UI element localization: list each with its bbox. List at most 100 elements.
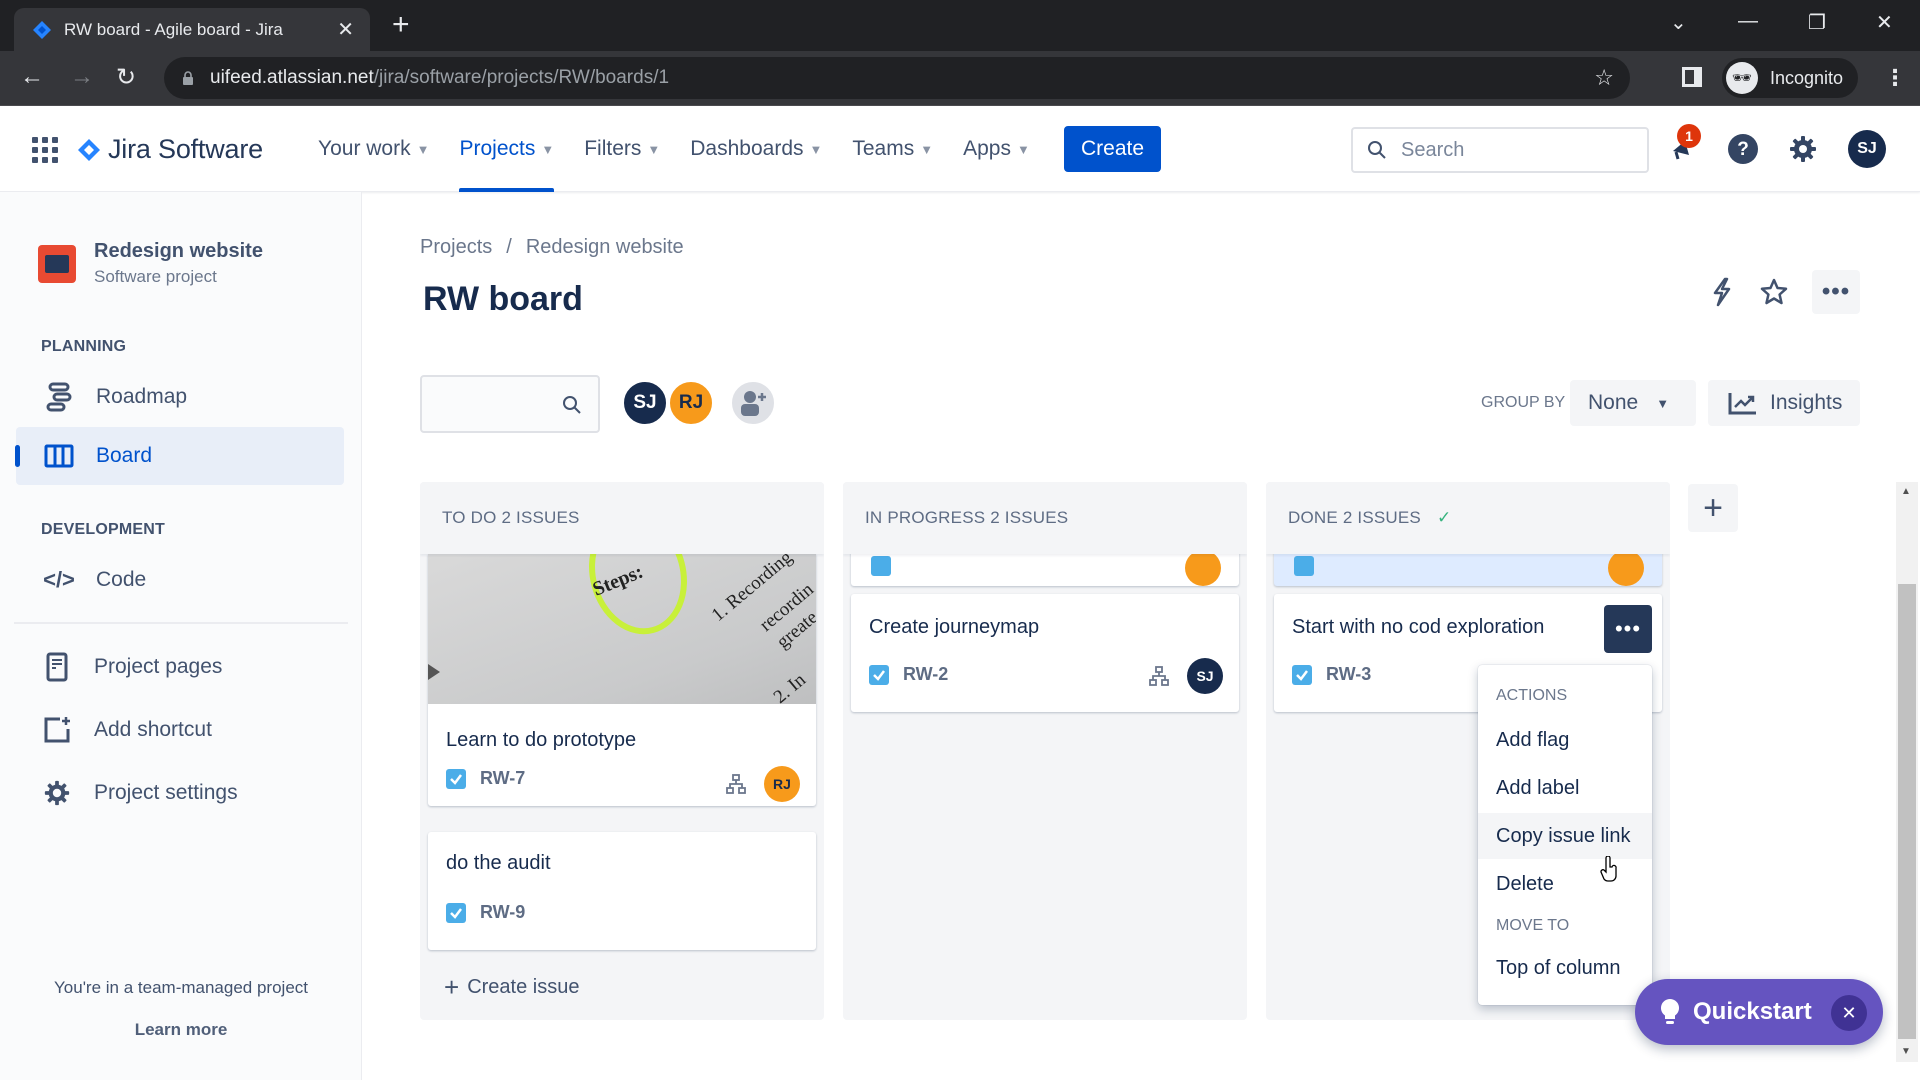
board-search-input[interactable] <box>422 377 552 431</box>
board-more-actions-button[interactable]: ••• <box>1812 270 1860 314</box>
back-button[interactable]: ← <box>20 63 44 91</box>
sidebar-item-code[interactable]: </> Code <box>16 551 344 609</box>
nav-label: Teams <box>852 137 915 160</box>
menu-item-copy-issue-link[interactable]: Copy issue link <box>1478 813 1652 859</box>
nav-label: Dashboards <box>690 137 804 160</box>
incognito-profile-button[interactable]: 🕶 Incognito <box>1722 58 1858 98</box>
app-switcher-icon[interactable] <box>32 137 58 163</box>
card-title: Start with no cod exploration <box>1292 616 1545 638</box>
issue-card[interactable]: Steps: 1. Recording recordin greate 2. I… <box>428 554 816 806</box>
scrollbar-thumb[interactable] <box>1898 584 1916 1039</box>
assignee-avatar[interactable]: SJ <box>1187 658 1223 694</box>
task-type-icon <box>446 768 466 789</box>
project-sidebar: Redesign website Software project PLANNI… <box>0 192 362 1080</box>
filter-avatar-rj[interactable]: RJ <box>668 380 714 426</box>
issue-card[interactable]: do the audit RW-9 <box>428 832 816 950</box>
roadmap-icon <box>44 382 74 412</box>
column-title: IN PROGRESS 2 ISSUES <box>865 508 1069 527</box>
automation-button[interactable] <box>1700 270 1744 314</box>
learn-more-link[interactable]: Learn more <box>0 1020 362 1040</box>
browser-menu-icon[interactable]: ⋮ <box>1884 65 1906 91</box>
menu-item-add-flag[interactable]: Add flag <box>1478 717 1652 763</box>
board-column-in-progress: IN PROGRESS 2 ISSUES Create journeymap R… <box>843 482 1247 1020</box>
nav-projects[interactable]: Projects ▼ <box>459 106 554 192</box>
board-search[interactable] <box>420 375 600 433</box>
address-bar[interactable]: uifeed.atlassian.net/jira/software/proje… <box>164 57 1630 99</box>
board-icon <box>44 441 74 471</box>
forward-button[interactable]: → <box>70 63 94 91</box>
reload-button[interactable]: ↻ <box>116 63 136 92</box>
scroll-down-arrow-icon[interactable]: ▼ <box>1901 1046 1911 1057</box>
nav-your-work[interactable]: Your work ▼ <box>318 106 429 192</box>
breadcrumb-project[interactable]: Redesign website <box>526 236 684 258</box>
insights-chart-icon <box>1728 393 1756 415</box>
sidebar-item-project-settings[interactable]: Project settings <box>16 764 344 822</box>
add-shortcut-icon <box>42 715 72 745</box>
plus-icon: + <box>1703 488 1723 527</box>
add-person-icon <box>741 391 766 416</box>
project-header[interactable]: Redesign website Software project <box>38 240 263 287</box>
browser-tab[interactable]: RW board - Agile board - Jira ✕ <box>14 8 370 51</box>
sidebar-item-add-shortcut[interactable]: Add shortcut <box>16 701 344 759</box>
tab-search-chevron-icon[interactable]: ⌄ <box>1670 10 1687 35</box>
nav-label: Your work <box>318 137 411 160</box>
restore-button[interactable]: ❐ <box>1808 10 1826 35</box>
jira-favicon-icon <box>33 20 51 39</box>
assignee-avatar-partial[interactable] <box>1185 550 1221 586</box>
assignee-avatar[interactable]: RJ <box>764 766 800 802</box>
user-avatar[interactable]: SJ <box>1848 130 1886 168</box>
help-icon[interactable]: ? <box>1726 132 1760 166</box>
insights-button[interactable]: Insights <box>1708 380 1860 426</box>
star-board-button[interactable] <box>1752 270 1796 314</box>
nav-filters[interactable]: Filters ▼ <box>584 106 660 192</box>
global-search-input[interactable] <box>1401 138 1631 162</box>
filter-avatar-sj[interactable]: SJ <box>622 380 668 426</box>
scroll-up-arrow-icon[interactable]: ▲ <box>1901 486 1911 497</box>
sidebar-item-label: Roadmap <box>96 385 188 408</box>
chevron-down-icon: ▼ <box>1016 141 1030 157</box>
nav-teams[interactable]: Teams ▼ <box>852 106 933 192</box>
child-issues-icon <box>726 774 746 794</box>
minimize-button[interactable]: — <box>1738 10 1758 33</box>
new-tab-button[interactable]: + <box>392 10 410 40</box>
add-people-button[interactable] <box>730 380 776 426</box>
nav-apps[interactable]: Apps ▼ <box>963 106 1030 192</box>
menu-item-add-label[interactable]: Add label <box>1478 765 1652 811</box>
menu-item-delete[interactable]: Delete <box>1478 861 1652 907</box>
task-type-icon <box>1292 664 1312 685</box>
page-icon <box>42 652 72 682</box>
global-search[interactable] <box>1351 127 1649 173</box>
board-vertical-scrollbar[interactable]: ▲ ▼ <box>1896 482 1918 1062</box>
nav-label: Apps <box>963 137 1011 160</box>
menu-item-top-of-column[interactable]: Top of column <box>1478 945 1652 991</box>
menu-section-actions: ACTIONS <box>1496 687 1568 704</box>
create-button[interactable]: Create <box>1064 126 1161 172</box>
breadcrumb-projects[interactable]: Projects <box>420 236 492 258</box>
sidebar-item-board[interactable]: Board <box>15 427 344 485</box>
sidebar-item-roadmap[interactable]: Roadmap <box>16 368 344 426</box>
group-by-select[interactable]: None ▼ <box>1570 380 1696 426</box>
sidebar-item-project-pages[interactable]: Project pages <box>16 638 344 696</box>
quickstart-button[interactable]: Quickstart ✕ <box>1635 979 1883 1045</box>
card-title: Learn to do prototype <box>446 729 637 751</box>
card-footer: RW-2 <box>869 664 948 685</box>
nav-dashboards[interactable]: Dashboards ▼ <box>690 106 822 192</box>
incognito-icon: 🕶 <box>1726 62 1758 94</box>
jira-logo[interactable]: Jira Software <box>78 134 263 165</box>
bookmark-star-icon[interactable]: ☆ <box>1594 65 1614 91</box>
issue-key: RW-2 <box>903 664 949 684</box>
add-column-button[interactable]: + <box>1688 484 1738 532</box>
window-close-button[interactable]: ✕ <box>1876 10 1893 35</box>
quickstart-close-icon[interactable]: ✕ <box>1831 995 1867 1031</box>
side-panel-icon[interactable] <box>1682 67 1702 87</box>
create-issue-button[interactable]: + Create issue <box>444 972 579 1003</box>
issue-card[interactable]: Create journeymap RW-2 SJ <box>851 594 1239 712</box>
card-more-actions-button[interactable]: ••• <box>1604 605 1652 653</box>
card-actions-menu: ACTIONS Add flag Add label Copy issue li… <box>1478 665 1652 1005</box>
sidebar-item-label: Code <box>96 568 147 591</box>
settings-gear-icon[interactable] <box>1786 132 1820 166</box>
tab-close-icon[interactable]: ✕ <box>337 17 354 42</box>
assignee-avatar-partial[interactable] <box>1608 550 1644 586</box>
sidebar-divider <box>14 622 348 624</box>
url-host: uifeed.atlassian.net <box>210 67 374 88</box>
